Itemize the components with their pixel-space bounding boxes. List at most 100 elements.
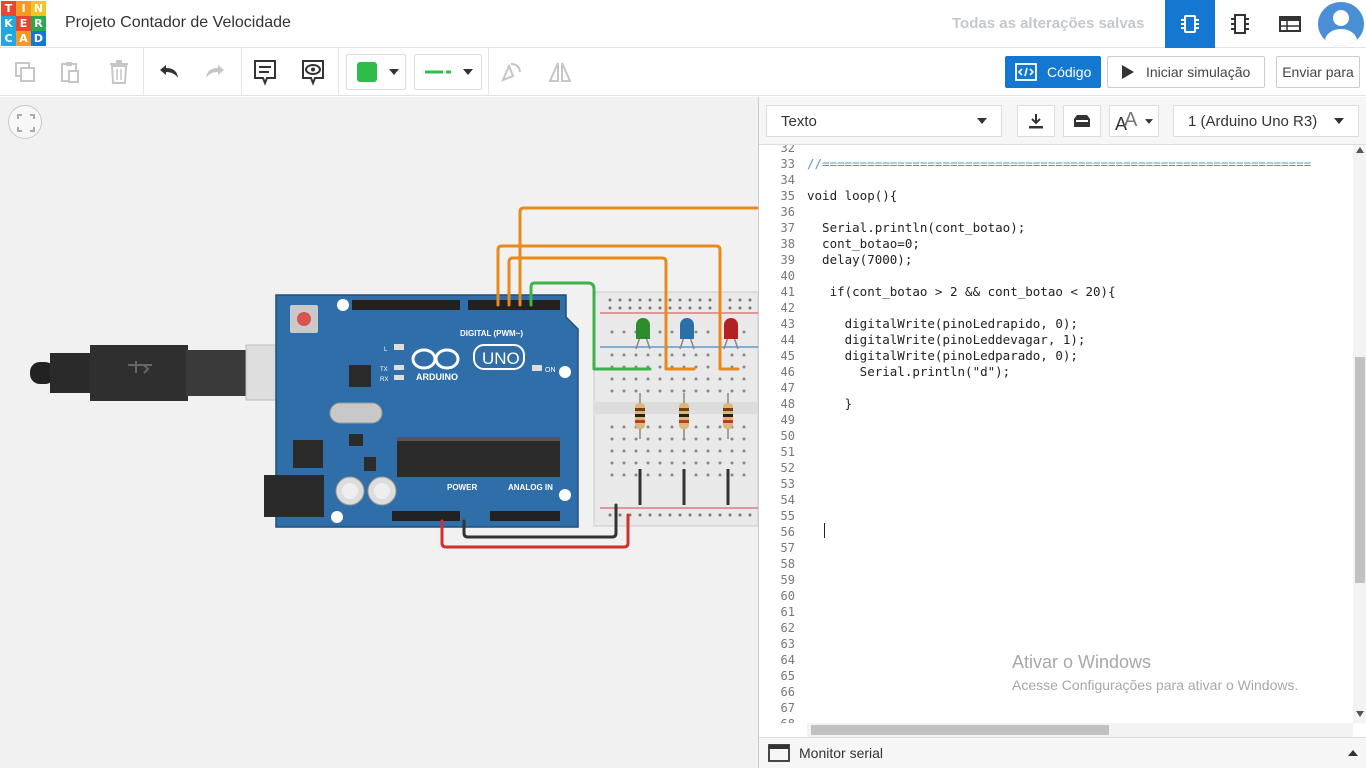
logo-letter: I [16, 1, 31, 16]
line-number: 65 [780, 669, 795, 683]
line-number: 41 [780, 285, 795, 299]
line-number: 62 [780, 621, 795, 635]
logo-letter: T [1, 1, 16, 16]
wire-type-dropdown[interactable] [414, 54, 482, 90]
code-line[interactable]: void loop(){ [807, 188, 897, 204]
code-line[interactable]: digitalWrite(pinoLedparado, 0); [807, 348, 1078, 364]
start-simulation-button[interactable]: Iniciar simulação [1107, 56, 1265, 88]
power-label: POWER [447, 483, 477, 492]
component-list-button[interactable] [1265, 0, 1315, 48]
scroll-up-arrow[interactable] [1356, 147, 1364, 153]
undo-button[interactable] [152, 56, 186, 88]
line-number: 37 [780, 221, 795, 235]
paste-button[interactable] [53, 56, 87, 88]
line-number: 47 [780, 381, 795, 395]
notes-button[interactable] [248, 56, 282, 88]
code-line[interactable]: //======================================… [807, 156, 1311, 172]
logo-letter: C [1, 31, 16, 46]
code-line[interactable]: digitalWrite(pinoLedrapido, 0); [807, 316, 1078, 332]
scroll-down-arrow[interactable] [1356, 711, 1364, 717]
analog-in-label: ANALOG IN [508, 483, 553, 492]
chevron-up-icon[interactable] [1348, 750, 1358, 756]
chevron-down-icon [977, 118, 987, 124]
horizontal-scroll-thumb[interactable] [811, 725, 1109, 735]
line-number: 33 [780, 157, 795, 171]
logo-letter: A [16, 31, 31, 46]
line-number: 67 [780, 701, 795, 715]
horizontal-scrollbar[interactable] [807, 723, 1353, 737]
play-icon [1122, 65, 1134, 79]
line-number: 32 [780, 145, 795, 155]
circuit-canvas[interactable]: DIGITAL (PWM~) UNO ARDUINO ON L TX RX PO… [0, 97, 758, 768]
code-line[interactable]: Serial.println("d"); [807, 364, 1011, 380]
chevron-down-icon [463, 69, 473, 75]
line-number: 49 [780, 413, 795, 427]
code-line[interactable]: delay(7000); [807, 252, 912, 268]
send-to-button[interactable]: Enviar para [1276, 56, 1360, 88]
download-code-button[interactable] [1017, 105, 1055, 137]
tx-led-label: TX [380, 367, 388, 373]
undo-icon [160, 65, 178, 78]
line-number: 59 [780, 573, 795, 587]
code-button[interactable]: Código [1005, 56, 1101, 88]
color-swatch [357, 62, 377, 82]
chevron-down-icon [389, 69, 399, 75]
tinkercad-logo[interactable]: T I N K E R C A D [0, 0, 48, 48]
start-simulation-label: Iniciar simulação [1146, 64, 1251, 80]
line-number: 68 [759, 716, 795, 723]
device-value: 1 (Arduino Uno R3) [1188, 112, 1318, 130]
line-number: 64 [780, 653, 795, 667]
device-dropdown[interactable]: 1 (Arduino Uno R3) [1173, 105, 1359, 137]
line-number: 46 [780, 365, 795, 379]
line-number: 55 [780, 509, 795, 523]
chevron-down-icon [1334, 118, 1344, 124]
line-number: 50 [780, 429, 795, 443]
code-line[interactable]: } [807, 396, 853, 412]
arduino-uno-board[interactable]: DIGITAL (PWM~) UNO ARDUINO ON L TX RX PO… [264, 294, 579, 528]
avatar-body [1325, 29, 1357, 46]
line-number: 34 [780, 173, 795, 187]
vertical-scrollbar[interactable] [1353, 145, 1366, 723]
logo-letter: N [31, 1, 46, 16]
code-editor[interactable]: 32 33 34 35 36 37 38 39 40 41 42 43 44 45 46 47 48 49 50 51… [759, 145, 1353, 723]
line-number: 42 [780, 301, 795, 315]
schematic-icon [1231, 14, 1249, 34]
line-number: 39 [780, 253, 795, 267]
font-size-icon: AA [1115, 110, 1138, 132]
toolbar-divider [143, 48, 144, 96]
serial-monitor-label: Monitor serial [799, 745, 884, 761]
redo-button[interactable] [198, 56, 232, 88]
code-line[interactable]: Serial.println(cont_botao); [807, 220, 1025, 236]
logo-letter: R [31, 16, 46, 31]
flip-button[interactable] [543, 56, 577, 88]
logo-letter: K [1, 16, 16, 31]
project-title[interactable]: Projeto Contador de Velocidade [65, 14, 291, 32]
font-size-dropdown[interactable]: AA [1109, 105, 1159, 137]
delete-button[interactable] [102, 56, 136, 88]
line-number: 51 [780, 445, 795, 459]
copy-button[interactable] [8, 56, 42, 88]
circuit-view-button[interactable] [1165, 0, 1215, 48]
uno-label: UNO [482, 349, 520, 368]
library-button[interactable] [1063, 105, 1101, 137]
code-mode-dropdown[interactable]: Texto [766, 105, 1002, 137]
vertical-scroll-thumb[interactable] [1355, 357, 1365, 583]
download-icon [1029, 114, 1043, 129]
send-to-label: Enviar para [1282, 64, 1354, 80]
chevron-down-icon [1145, 118, 1153, 124]
toolbar-divider [241, 48, 242, 96]
schematic-view-button[interactable] [1215, 0, 1265, 48]
code-line[interactable]: if(cont_botao > 2 && cont_botao < 20){ [807, 284, 1116, 300]
user-avatar[interactable] [1318, 2, 1364, 46]
windows-activation-title: Ativar o Windows [1012, 652, 1152, 672]
code-line[interactable]: cont_botao=0; [807, 236, 920, 252]
line-number: 38 [780, 237, 795, 251]
rotate-button[interactable] [494, 56, 528, 88]
line-number: 66 [780, 685, 795, 699]
notes-visibility-button[interactable] [296, 56, 330, 88]
line-number: 60 [780, 589, 795, 603]
rx-led-label: RX [380, 377, 388, 383]
color-dropdown[interactable] [346, 54, 406, 90]
code-line[interactable]: digitalWrite(pinoLeddevagar, 1); [807, 332, 1086, 348]
serial-monitor-bar[interactable]: Monitor serial [759, 737, 1366, 768]
